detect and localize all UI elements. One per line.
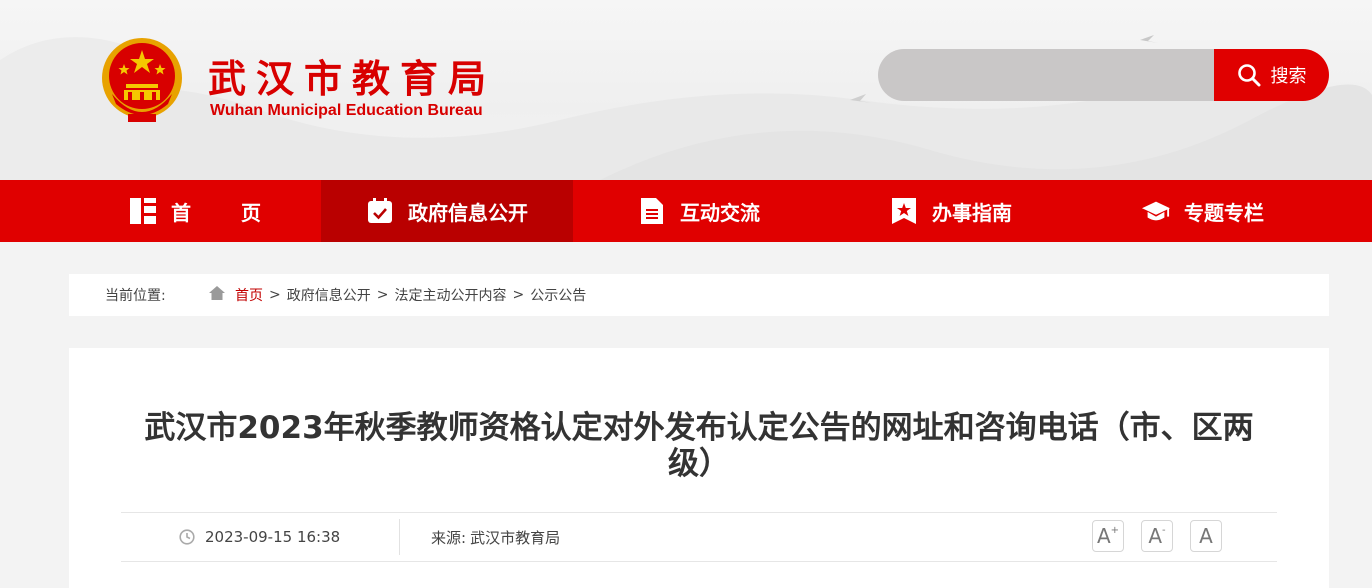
article-title: 武汉市2023年秋季教师资格认定对外发布认定公告的网址和咨询电话（市、区两级） xyxy=(144,410,1254,482)
publish-date: 2023-09-15 16:38 xyxy=(179,513,340,561)
nav-item-label: 首页 xyxy=(171,200,311,225)
breadcrumb: 当前位置: 首页 > 政府信息公开 > 法定主动公开内容 > 公示公告 xyxy=(69,274,1329,316)
article-card: 武汉市2023年秋季教师资格认定对外发布认定公告的网址和咨询电话（市、区两级） … xyxy=(69,348,1329,588)
breadcrumb-separator: > xyxy=(269,287,281,303)
site-name-english: Wuhan Municipal Education Bureau xyxy=(210,102,483,119)
nav-item-label: 办事指南 xyxy=(932,200,1012,225)
font-decrease-button[interactable]: A- xyxy=(1141,520,1173,552)
graduation-cap-icon xyxy=(1142,197,1170,225)
article-meta: 2023-09-15 16:38 来源: 武汉市教育局 A + A- A xyxy=(121,512,1277,562)
font-reset-button[interactable]: A xyxy=(1190,520,1222,552)
nav-item-label: 政府信息公开 xyxy=(408,200,528,225)
calendar-check-icon xyxy=(366,197,394,225)
breadcrumb-link-gov-info[interactable]: 政府信息公开 xyxy=(287,285,371,305)
breadcrumb-separator: > xyxy=(376,287,389,303)
article-source: 来源: 武汉市教育局 xyxy=(431,513,560,561)
nav-item-gov-info[interactable]: 政府信息公开 xyxy=(321,180,573,242)
site-name: 武汉市教育局 xyxy=(208,56,497,101)
breadcrumb-link-statutory[interactable]: 法定主动公开内容 xyxy=(394,285,506,305)
search-button[interactable]: 搜索 xyxy=(1214,49,1329,101)
main-nav: 首页 政府信息公开 互动交流 办事指南 专题专栏 xyxy=(0,180,1372,242)
nav-item-home[interactable]: 首页 xyxy=(69,180,321,242)
breadcrumb-link-notices[interactable]: 公示公告 xyxy=(530,285,586,305)
meta-divider xyxy=(399,519,400,555)
breadcrumb-separator: > xyxy=(512,287,525,303)
nav-item-label: 互动交流 xyxy=(680,200,760,225)
nav-item-special[interactable]: 专题专栏 xyxy=(1077,180,1329,242)
document-icon xyxy=(638,197,666,225)
search-icon xyxy=(1237,64,1260,87)
search-input[interactable] xyxy=(878,49,1214,101)
breadcrumb-prefix: 当前位置: xyxy=(105,288,166,304)
clock-icon xyxy=(179,529,195,545)
source-value: 武汉市教育局 xyxy=(470,528,561,547)
publish-date-text: 2023-09-15 16:38 xyxy=(205,528,341,546)
nav-item-label: 专题专栏 xyxy=(1184,200,1264,225)
nav-item-guide[interactable]: 办事指南 xyxy=(825,180,1077,242)
search-bar: 搜索 xyxy=(878,49,1329,101)
search-button-label: 搜索 xyxy=(1270,66,1307,87)
home-icon xyxy=(209,286,225,304)
site-header: 武汉市教育局 Wuhan Municipal Education Bureau … xyxy=(0,0,1372,180)
nav-item-interaction[interactable]: 互动交流 xyxy=(573,180,825,242)
font-increase-button[interactable]: A + xyxy=(1092,520,1124,552)
source-label: 来源: xyxy=(431,528,467,547)
national-emblem-icon xyxy=(102,38,182,122)
bookmark-star-icon xyxy=(890,197,918,225)
grid-icon xyxy=(129,197,157,225)
breadcrumb-link-home[interactable]: 首页 xyxy=(235,285,263,305)
